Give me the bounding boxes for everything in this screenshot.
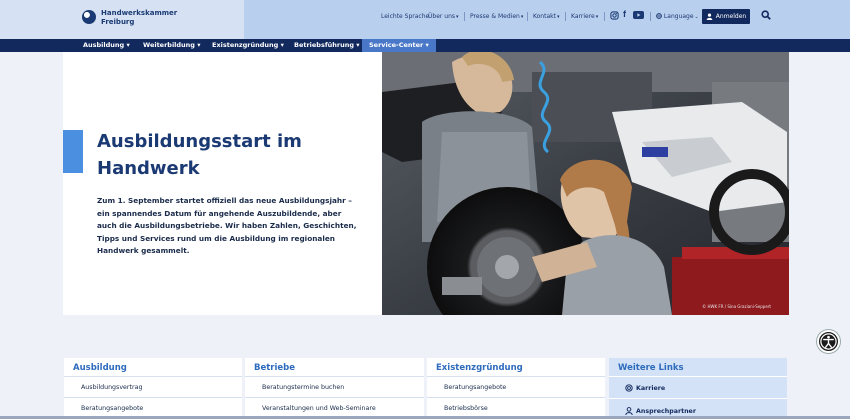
card-title[interactable]: Existenzgründung <box>436 363 523 373</box>
instagram-icon[interactable] <box>610 11 619 20</box>
link-label: Ansprechpartner <box>636 407 696 415</box>
util-link-presse[interactable]: Presse & Medien▾ <box>470 13 523 20</box>
hero-title: Ausbildungsstart im Handwerk <box>97 131 302 179</box>
user-icon <box>706 13 713 20</box>
logo-line1: Handwerkskammer <box>101 9 178 17</box>
card-link[interactable]: Beratungsangebote <box>427 376 605 397</box>
nav-service-center[interactable]: Service-Center ▾ <box>362 39 436 52</box>
card-link[interactable]: Veranstaltungen und Web-Seminare <box>245 397 424 418</box>
target-icon <box>625 384 633 392</box>
card-existenzgruendung: Existenzgründung Beratungsangebote Betri… <box>427 358 605 419</box>
util-label: Karriere <box>571 13 595 20</box>
hero-image: © HWK FR / Sina Graziani-Seppert <box>382 52 789 315</box>
util-label: Presse & Medien <box>470 13 520 20</box>
util-label: Kontakt <box>533 13 556 20</box>
top-bar: Handwerkskammer Freiburg Leichte Sprache… <box>0 0 850 39</box>
link-label: Karriere <box>636 384 666 392</box>
card-ausbildung: Ausbildung Ausbildungsvertrag Beratungsa… <box>64 358 242 419</box>
card-link[interactable]: Betriebsbörse <box>427 397 605 418</box>
language-label: Language <box>663 13 694 20</box>
logo-icon <box>82 10 96 24</box>
youtube-icon[interactable] <box>633 11 644 19</box>
accent-bar <box>63 130 83 173</box>
util-link-leichte-sprache[interactable]: Leichte Sprache <box>381 13 429 20</box>
globe-icon <box>656 13 662 19</box>
card-link[interactable]: Beratungstermine buchen <box>245 376 424 397</box>
card-title[interactable]: Ausbildung <box>73 363 127 373</box>
nav-existenzgruendung[interactable]: Existenzgründung ▾ <box>205 39 291 52</box>
login-button[interactable]: Anmelden <box>702 9 750 24</box>
util-link-karriere[interactable]: Karriere▾ <box>571 13 598 20</box>
chevron-down-icon: ▾ <box>520 14 524 20</box>
chevron-down-icon: ▾ <box>556 14 560 20</box>
accessibility-button[interactable] <box>817 330 840 353</box>
chevron-down-icon: ▾ <box>456 14 459 20</box>
util-link-ueber-uns[interactable]: Über uns▾ <box>428 13 459 20</box>
workshop-photo <box>382 52 789 315</box>
chevron-down-icon: ▾ <box>595 14 599 20</box>
hero-text-panel <box>63 52 382 315</box>
nav-betriebsfuehrung[interactable]: Betriebsführung ▾ <box>287 39 367 52</box>
util-link-kontakt[interactable]: Kontakt▾ <box>533 13 559 20</box>
card-betriebe: Betriebe Beratungstermine buchen Veranst… <box>245 358 424 419</box>
main-navigation: Ausbildung ▾ Weiterbildung ▾ Existenzgrü… <box>0 39 850 52</box>
search-icon[interactable] <box>761 10 771 20</box>
divider <box>604 12 605 21</box>
login-label: Anmelden <box>715 13 747 20</box>
card-title: Weitere Links <box>618 363 684 373</box>
util-label: Über uns <box>428 13 455 20</box>
facebook-icon[interactable]: f <box>623 9 626 19</box>
image-credit: © HWK FR / Sina Graziani-Seppert <box>702 304 771 309</box>
accessibility-icon <box>820 333 837 350</box>
link-karriere[interactable]: Karriere <box>625 384 665 392</box>
chevron-down-icon: ⌄ <box>694 14 699 20</box>
divider <box>565 12 566 21</box>
divider <box>527 12 528 21</box>
nav-weiterbildung[interactable]: Weiterbildung ▾ <box>136 39 208 52</box>
link-ansprechpartner[interactable]: Ansprechpartner <box>625 407 696 415</box>
logo-text: Handwerkskammer Freiburg <box>101 9 177 26</box>
divider <box>650 12 651 21</box>
card-title[interactable]: Betriebe <box>254 363 295 373</box>
hero-description: Zum 1. September startet offiziell das n… <box>97 196 357 255</box>
card-weitere-links: Weitere Links Karriere Ansprechpartner <box>609 358 787 419</box>
person-icon <box>625 407 633 415</box>
language-switcher[interactable]: Language⌄ <box>656 13 699 20</box>
card-link[interactable]: Ausbildungsvertrag <box>64 376 242 397</box>
divider <box>464 12 465 21</box>
logo-line2: Freiburg <box>101 17 135 26</box>
card-link[interactable]: Beratungsangebote <box>64 397 242 418</box>
logo-area[interactable]: Handwerkskammer Freiburg <box>0 0 244 39</box>
nav-ausbildung[interactable]: Ausbildung ▾ <box>76 39 137 52</box>
